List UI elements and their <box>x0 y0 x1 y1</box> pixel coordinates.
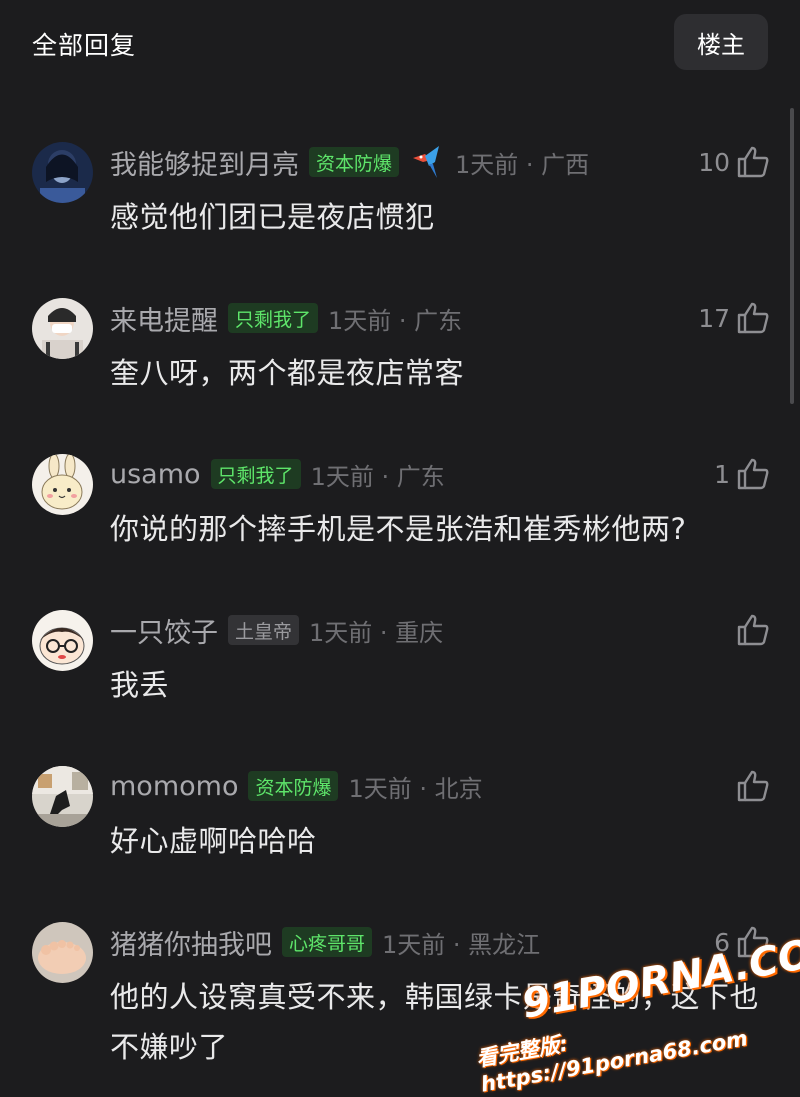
avatar[interactable] <box>32 766 93 827</box>
comment-meta: usamo 只剩我了 1天前 · 广东 <box>110 456 445 492</box>
thumbs-up-icon <box>737 614 769 646</box>
avatar[interactable] <box>32 142 93 203</box>
replies-header: 全部回复 楼主 <box>0 0 800 90</box>
fan-badge[interactable]: 心疼哥哥 <box>282 927 373 957</box>
comment-meta: momomo 资本防爆 1天前 · 北京 <box>110 768 483 804</box>
like-button[interactable]: 6 <box>714 924 770 960</box>
avatar[interactable] <box>32 298 93 359</box>
time-location: 1天前 · 广东 <box>328 306 463 335</box>
comment-text: 感觉他们团已是夜店惯犯 <box>110 200 435 234</box>
comment-text: 奎八呀，两个都是夜店常客 <box>110 356 465 390</box>
like-count: 10 <box>698 147 730 177</box>
time-location: 1天前 · 广西 <box>455 150 590 179</box>
username[interactable]: 猪猪你抽我吧 <box>110 923 272 962</box>
avatar[interactable] <box>32 454 93 515</box>
like-button[interactable]: 10 <box>698 144 770 180</box>
username[interactable]: momomo <box>110 771 238 802</box>
bird-icon <box>413 146 440 178</box>
avatar[interactable] <box>32 922 93 983</box>
thumbs-up-icon <box>737 458 769 490</box>
fan-badge[interactable]: 土皇帝 <box>228 615 300 645</box>
fan-badge[interactable]: 只剩我了 <box>228 303 319 333</box>
time-location: 1天前 · 广东 <box>310 462 445 491</box>
comment-text: 好心虚啊哈哈哈 <box>110 824 317 858</box>
thumbs-up-icon <box>737 770 769 802</box>
comment-text: 他的人设窝真受不来，韩国绿卡是奇怪的，这下也不嫌吵了 <box>110 980 760 1064</box>
thumbs-up-icon <box>737 302 769 334</box>
time-location: 1天前 · 重庆 <box>309 618 444 647</box>
thumbs-up-icon <box>737 146 769 178</box>
comment-meta: 我能够捉到月亮 资本防爆 1天前 · 广西 <box>110 143 590 182</box>
scrollbar[interactable] <box>790 108 794 404</box>
like-button[interactable] <box>730 768 770 804</box>
username[interactable]: 来电提醒 <box>110 299 218 338</box>
thumbs-up-icon <box>737 926 769 958</box>
author-only-button[interactable]: 楼主 <box>674 14 768 70</box>
all-replies-title: 全部回复 <box>32 31 137 60</box>
like-count: 1 <box>714 459 730 489</box>
comment-meta: 猪猪你抽我吧 心疼哥哥 1天前 · 黑龙江 <box>110 923 541 962</box>
comment-text: 你说的那个摔手机是不是张浩和崔秀彬他两? <box>110 512 687 546</box>
like-count: 6 <box>714 927 730 957</box>
time-location: 1天前 · 黑龙江 <box>382 930 541 959</box>
like-button[interactable] <box>730 612 770 648</box>
username[interactable]: usamo <box>110 459 201 490</box>
username[interactable]: 一只饺子 <box>110 611 218 650</box>
comment-text: 我丢 <box>110 668 170 702</box>
like-button[interactable]: 1 <box>714 456 770 492</box>
comment-page: 全部回复 楼主 我能够捉到月亮 资本防爆 1天前 · 广西 10 感觉他们团已是… <box>0 0 800 1097</box>
comment-meta: 来电提醒 只剩我了 1天前 · 广东 <box>110 299 463 338</box>
like-button[interactable]: 17 <box>698 300 770 336</box>
username[interactable]: 我能够捉到月亮 <box>110 143 299 182</box>
like-count: 17 <box>698 303 730 333</box>
fan-badge[interactable]: 资本防爆 <box>248 771 339 801</box>
fan-badge[interactable]: 只剩我了 <box>210 459 301 489</box>
comment-meta: 一只饺子 土皇帝 1天前 · 重庆 <box>110 611 444 650</box>
avatar[interactable] <box>32 610 93 671</box>
time-location: 1天前 · 北京 <box>348 774 483 803</box>
fan-badge[interactable]: 资本防爆 <box>309 147 400 177</box>
